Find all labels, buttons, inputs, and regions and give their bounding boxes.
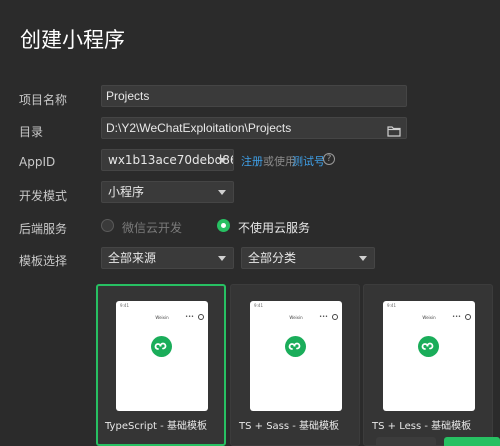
appid-label: AppID xyxy=(19,155,56,169)
dev-mode-value: 小程序 xyxy=(108,185,145,199)
template-card-typescript[interactable]: 9:41 Weixin ••• TypeScript - 基础模板 xyxy=(96,284,226,446)
category-value: 全部分类 xyxy=(248,251,297,265)
dev-mode-label: 开发模式 xyxy=(19,189,68,203)
radio-no-cloud[interactable] xyxy=(217,219,230,232)
help-icon[interactable]: ? xyxy=(323,153,335,165)
confirm-button[interactable] xyxy=(444,437,500,446)
backend-label: 后端服务 xyxy=(19,222,68,236)
record-icon xyxy=(332,314,338,320)
miniprogram-logo-icon xyxy=(151,336,172,357)
more-icon: ••• xyxy=(319,314,328,320)
test-account-link[interactable]: 测试号 xyxy=(292,153,325,169)
dev-mode-select[interactable]: 小程序 xyxy=(101,181,234,203)
appid-select[interactable]: wx1b13ace70debd862 xyxy=(101,149,234,171)
radio-dot xyxy=(221,223,226,228)
miniprogram-logo-icon xyxy=(418,336,439,357)
template-card-ts-less[interactable]: 9:41 Weixin ••• TS + Less - 基础模板 xyxy=(363,284,493,446)
chevron-down-icon xyxy=(218,158,226,163)
radio-cloud-dev[interactable] xyxy=(101,219,114,232)
source-value: 全部来源 xyxy=(108,251,157,265)
more-icon: ••• xyxy=(452,314,461,320)
record-icon xyxy=(465,314,471,320)
miniprogram-logo-icon xyxy=(285,336,306,357)
template-preview: 9:41 Weixin ••• xyxy=(250,301,342,411)
status-time: 9:41 xyxy=(120,303,129,308)
dialog-title: 创建小程序 xyxy=(20,28,125,52)
chevron-down-icon xyxy=(218,256,226,261)
project-name-label: 项目名称 xyxy=(19,93,68,107)
project-name-input[interactable]: Projects xyxy=(101,85,407,107)
preview-title: Weixin xyxy=(422,315,436,320)
cloud-dev-label: 微信云开发 xyxy=(122,221,183,235)
status-time: 9:41 xyxy=(387,303,396,308)
folder-icon[interactable] xyxy=(387,122,401,137)
template-name: TS + Less - 基础模板 xyxy=(372,421,472,432)
directory-value: D:\Y2\WeChatExploitation\Projects xyxy=(106,121,292,135)
template-preview: 9:41 Weixin ••• xyxy=(116,301,208,411)
template-name: TS + Sass - 基础模板 xyxy=(239,421,340,432)
preview-title: Weixin xyxy=(155,315,169,320)
template-preview: 9:41 Weixin ••• xyxy=(383,301,475,411)
template-name: TypeScript - 基础模板 xyxy=(105,421,207,432)
preview-title: Weixin xyxy=(289,315,303,320)
chevron-down-icon xyxy=(218,190,226,195)
chevron-down-icon xyxy=(359,256,367,261)
source-select[interactable]: 全部来源 xyxy=(101,247,234,269)
directory-input[interactable]: D:\Y2\WeChatExploitation\Projects xyxy=(101,117,407,139)
record-icon xyxy=(198,314,204,320)
register-link[interactable]: 注册 xyxy=(241,153,263,169)
appid-value: wx1b13ace70debd862 xyxy=(108,153,234,167)
no-cloud-label: 不使用云服务 xyxy=(238,221,311,235)
directory-label: 目录 xyxy=(19,125,44,139)
template-card-ts-sass[interactable]: 9:41 Weixin ••• TS + Sass - 基础模板 xyxy=(230,284,360,446)
status-time: 9:41 xyxy=(254,303,263,308)
more-icon: ••• xyxy=(185,314,194,320)
category-select[interactable]: 全部分类 xyxy=(241,247,375,269)
template-label: 模板选择 xyxy=(19,254,68,268)
cancel-button[interactable] xyxy=(376,437,436,446)
